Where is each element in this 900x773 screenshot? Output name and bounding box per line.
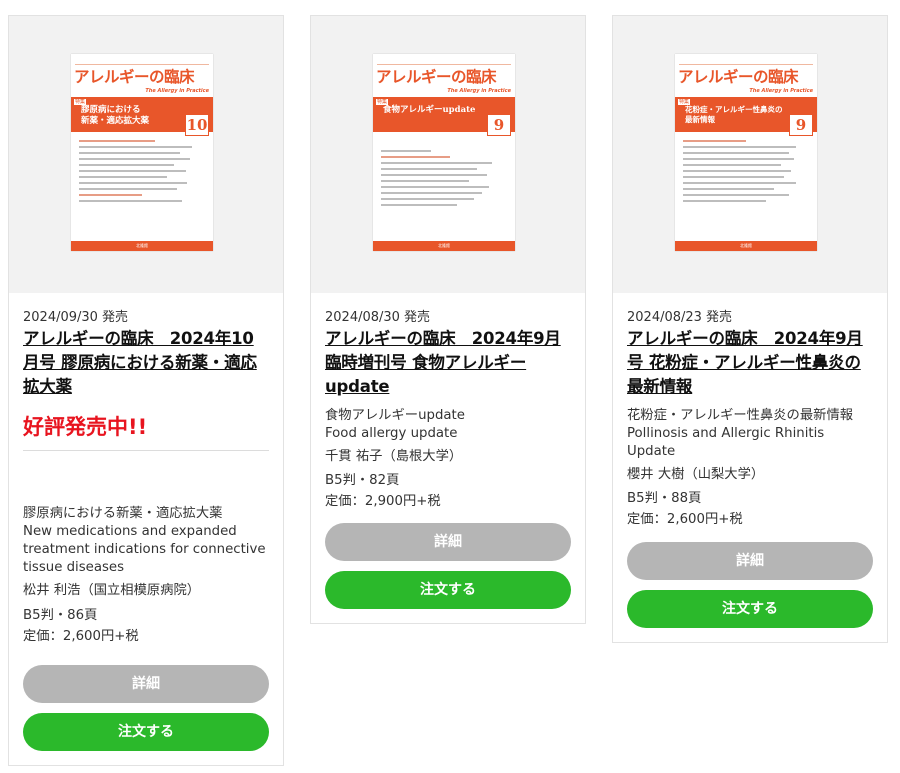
journal-cover-image[interactable]: アレルギーの臨床 The Allergy in Practice 特集 花粉症・… [675,54,817,251]
product-title-link[interactable]: アレルギーの臨床 2024年9月号 花粉症・アレルギー性鼻炎の最新情報 [627,327,873,399]
cover-contents-lines [675,132,817,202]
description-ja: 花粉症・アレルギー性鼻炎の最新情報 [627,408,854,423]
product-title-link[interactable]: アレルギーの臨床 2024年9月臨時増刊号 食物アレルギーupdate [325,327,571,399]
format: B5判・86頁 [23,608,98,623]
cover-title: アレルギーの臨床 [74,68,195,86]
price: 定価：2,600円+税 [627,512,743,527]
journal-cover-image[interactable]: アレルギーの臨床 The Allergy in Practice 特集 膠原病に… [71,54,213,251]
release-date: 2024/08/23 発売 [627,310,733,325]
price: 定価：2,600円+税 [23,629,139,644]
cover-title: アレルギーの臨床 [678,68,799,86]
description-ja: 膠原病における新薬・適応拡大薬 [23,506,223,521]
cover-feature-text: 食物アレルギーupdate [383,105,476,115]
cover-issue-number: 9 [487,114,511,136]
detail-button[interactable]: 詳細 [325,523,571,561]
cover-issue-number: 10 [185,114,209,136]
editor: 櫻井 大樹（山梨大学） [627,467,765,482]
description-ja: 食物アレルギーupdate [325,408,465,423]
cover-subtitle: The Allergy in Practice [749,88,813,94]
detail-button[interactable]: 詳細 [23,665,269,703]
description-en: New medications and expanded treatment i… [23,524,266,575]
product-info: 2024/08/30 発売 アレルギーの臨床 2024年9月臨時増刊号 食物アレ… [311,293,585,623]
detail-button[interactable]: 詳細 [627,542,873,580]
product-image-area[interactable]: アレルギーの臨床 The Allergy in Practice 特集 花粉症・… [613,16,887,293]
cover-top-strip [75,57,209,65]
editor: 千貫 祐子（島根大学） [325,449,463,464]
release-date: 2024/08/30 発売 [325,310,431,325]
editor: 松井 利浩（国立相模原病院） [23,583,201,598]
format: B5判・82頁 [325,473,400,488]
sale-label: 好評発売中!! [23,415,148,439]
cover-contents-lines [373,132,515,206]
format: B5判・88頁 [627,491,702,506]
cover-publisher: 北隆館 [675,241,817,251]
product-image-area[interactable]: アレルギーの臨床 The Allergy in Practice 特集 膠原病に… [9,16,283,293]
cover-publisher: 北隆館 [71,241,213,251]
description-en: Pollinosis and Allergic Rhinitis Update [627,426,825,459]
order-button[interactable]: 注文する [325,571,571,609]
order-button[interactable]: 注文する [627,590,873,628]
release-date: 2024/09/30 発売 [23,310,129,325]
product-image-area[interactable]: アレルギーの臨床 The Allergy in Practice 特集 食物アレ… [311,16,585,293]
order-button[interactable]: 注文する [23,713,269,751]
product-info: 2024/09/30 発売 アレルギーの臨床 2024年10月号 膠原病における… [9,293,283,765]
cover-title: アレルギーの臨床 [376,68,497,86]
product-info: 2024/08/23 発売 アレルギーの臨床 2024年9月号 花粉症・アレルギ… [613,293,887,642]
cover-subtitle: The Allergy in Practice [447,88,511,94]
cover-feature-text: 花粉症・アレルギー性鼻炎の 最新情報 [685,105,783,124]
cover-contents-lines [71,132,213,202]
price: 定価：2,900円+税 [325,494,441,509]
product-card: アレルギーの臨床 The Allergy in Practice 特集 花粉症・… [612,15,888,643]
journal-cover-image[interactable]: アレルギーの臨床 The Allergy in Practice 特集 食物アレ… [373,54,515,251]
product-title-link[interactable]: アレルギーの臨床 2024年10月号 膠原病における新薬・適応拡大薬 [23,327,269,399]
product-card: アレルギーの臨床 The Allergy in Practice 特集 食物アレ… [310,15,586,624]
cover-issue-number: 9 [789,114,813,136]
cover-publisher: 北隆館 [373,241,515,251]
cover-subtitle: The Allergy in Practice [145,88,209,94]
cover-top-strip [377,57,511,65]
description-en: Food allergy update [325,426,458,441]
cover-feature-text: 膠原病における 新薬・適応拡大薬 [81,105,150,126]
cover-top-strip [679,57,813,65]
product-card: アレルギーの臨床 The Allergy in Practice 特集 膠原病に… [8,15,284,766]
